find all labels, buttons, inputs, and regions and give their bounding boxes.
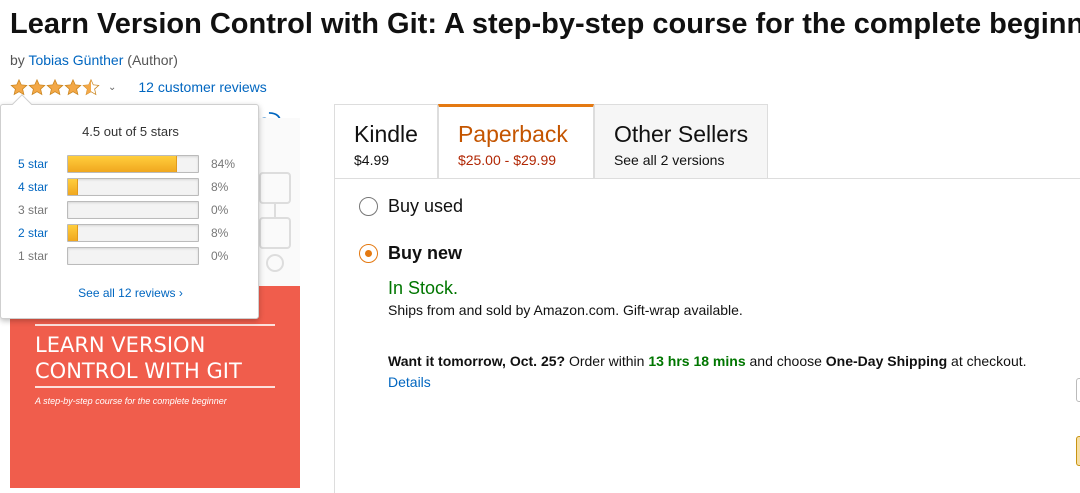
histogram-fill (68, 225, 79, 241)
histogram-label[interactable]: 2 star (18, 226, 67, 240)
star-icon (46, 78, 64, 95)
tab-other-sellers[interactable]: Other Sellers See all 2 versions (593, 104, 769, 178)
rating-summary: 4.5 out of 5 stars (82, 124, 179, 139)
buy-new-label[interactable]: Buy new (388, 243, 462, 264)
histogram-label[interactable]: 4 star (18, 180, 67, 194)
histogram-row-4[interactable]: 4 star 8% (18, 177, 228, 197)
panel-border (334, 178, 335, 493)
rating-popover: 4.5 out of 5 stars 5 star 84% 4 star 8% … (0, 94, 260, 319)
histogram-fill (68, 156, 178, 172)
tab-kindle[interactable]: Kindle $4.99 (334, 104, 438, 178)
cover-title-line1: LEARN VERSION (35, 333, 206, 357)
rating-row: ⌄ 12 customer reviews (10, 77, 267, 97)
histogram-bar[interactable] (67, 155, 199, 173)
stock-status: In Stock. (388, 278, 459, 298)
histogram-label: 1 star (18, 249, 49, 263)
histogram-label: 3 star (18, 203, 49, 217)
buy-used-radio[interactable] (359, 197, 378, 216)
delivery-prefix: Want it tomorrow, Oct. 25? (388, 353, 566, 369)
histogram-row-1: 1 star 0% (18, 246, 228, 266)
author-link[interactable]: Tobias Günther (28, 52, 123, 68)
tab-price: $4.99 (354, 152, 390, 168)
half-star-icon (82, 78, 100, 95)
chevron-down-icon[interactable]: ⌄ (108, 82, 116, 93)
delivery-details-link[interactable]: Details (388, 374, 431, 390)
tab-name: Paperback (457, 121, 568, 147)
star-icon (10, 78, 28, 95)
histogram-bar (67, 247, 199, 265)
histogram-percent: 0% (211, 249, 229, 263)
star-icon (64, 78, 82, 95)
tab-paperback[interactable]: Paperback $25.00 - $29.99 (437, 104, 594, 178)
delivery-message: Want it tomorrow, Oct. 25? Order within … (388, 353, 1027, 369)
star-icon (28, 78, 46, 95)
tab-name: Kindle (354, 121, 418, 147)
by-prefix: by (10, 52, 25, 68)
histogram-percent: 84% (211, 157, 236, 171)
product-title: Learn Version Control with Git: A step-b… (10, 8, 1080, 40)
order-within-text: Order within (568, 353, 645, 369)
cover-rule-bottom (35, 386, 275, 388)
tab-price: See all 2 versions (613, 152, 725, 168)
tab-divider (334, 178, 1080, 179)
author-role: (Author) (127, 52, 178, 68)
histogram-bar[interactable] (67, 178, 199, 196)
histogram-bar[interactable] (67, 224, 199, 242)
histogram-percent: 0% (211, 203, 229, 217)
shipping-info: Ships from and sold by Amazon.com. Gift-… (388, 302, 743, 318)
cover-subtitle: A step-by-step course for the complete b… (35, 396, 227, 406)
format-tabs: Kindle $4.99 Paperback $25.00 - $29.99 O… (334, 104, 769, 178)
histogram-row-2[interactable]: 2 star 8% (18, 223, 228, 243)
delivery-countdown: 13 hrs 18 mins (648, 353, 746, 369)
shipping-option: One-Day Shipping (825, 353, 948, 369)
histogram-label[interactable]: 5 star (18, 157, 67, 171)
histogram-bar (67, 201, 199, 219)
cover-title: LEARN VERSION CONTROL WITH GIT (35, 332, 285, 384)
delivery-suffix: at checkout. (951, 353, 1027, 369)
tab-price: $25.00 - $29.99 (457, 152, 557, 168)
and-choose-text: and choose (749, 353, 822, 369)
histogram-row-5[interactable]: 5 star 84% (18, 154, 235, 174)
histogram-row-3: 3 star 0% (18, 200, 228, 220)
histogram-percent: 8% (211, 180, 229, 194)
star-rating[interactable] (10, 78, 100, 96)
customer-reviews-link[interactable]: 12 customer reviews (138, 79, 266, 95)
popover-arrow (12, 94, 32, 114)
histogram-percent: 8% (211, 226, 229, 240)
histogram-fill (68, 179, 79, 195)
see-all-reviews-link[interactable]: See all 12 reviews › (1, 286, 260, 300)
byline: by Tobias Günther (Author) (10, 52, 178, 68)
tab-name: Other Sellers (613, 121, 749, 147)
cover-title-line2: CONTROL WITH GIT (35, 359, 242, 383)
buy-used-label[interactable]: Buy used (388, 196, 463, 217)
quantity-select-edge[interactable] (1076, 378, 1080, 402)
buy-new-radio[interactable] (359, 244, 378, 263)
add-to-cart-button-edge[interactable] (1076, 436, 1080, 466)
cover-rule-top (35, 324, 275, 326)
